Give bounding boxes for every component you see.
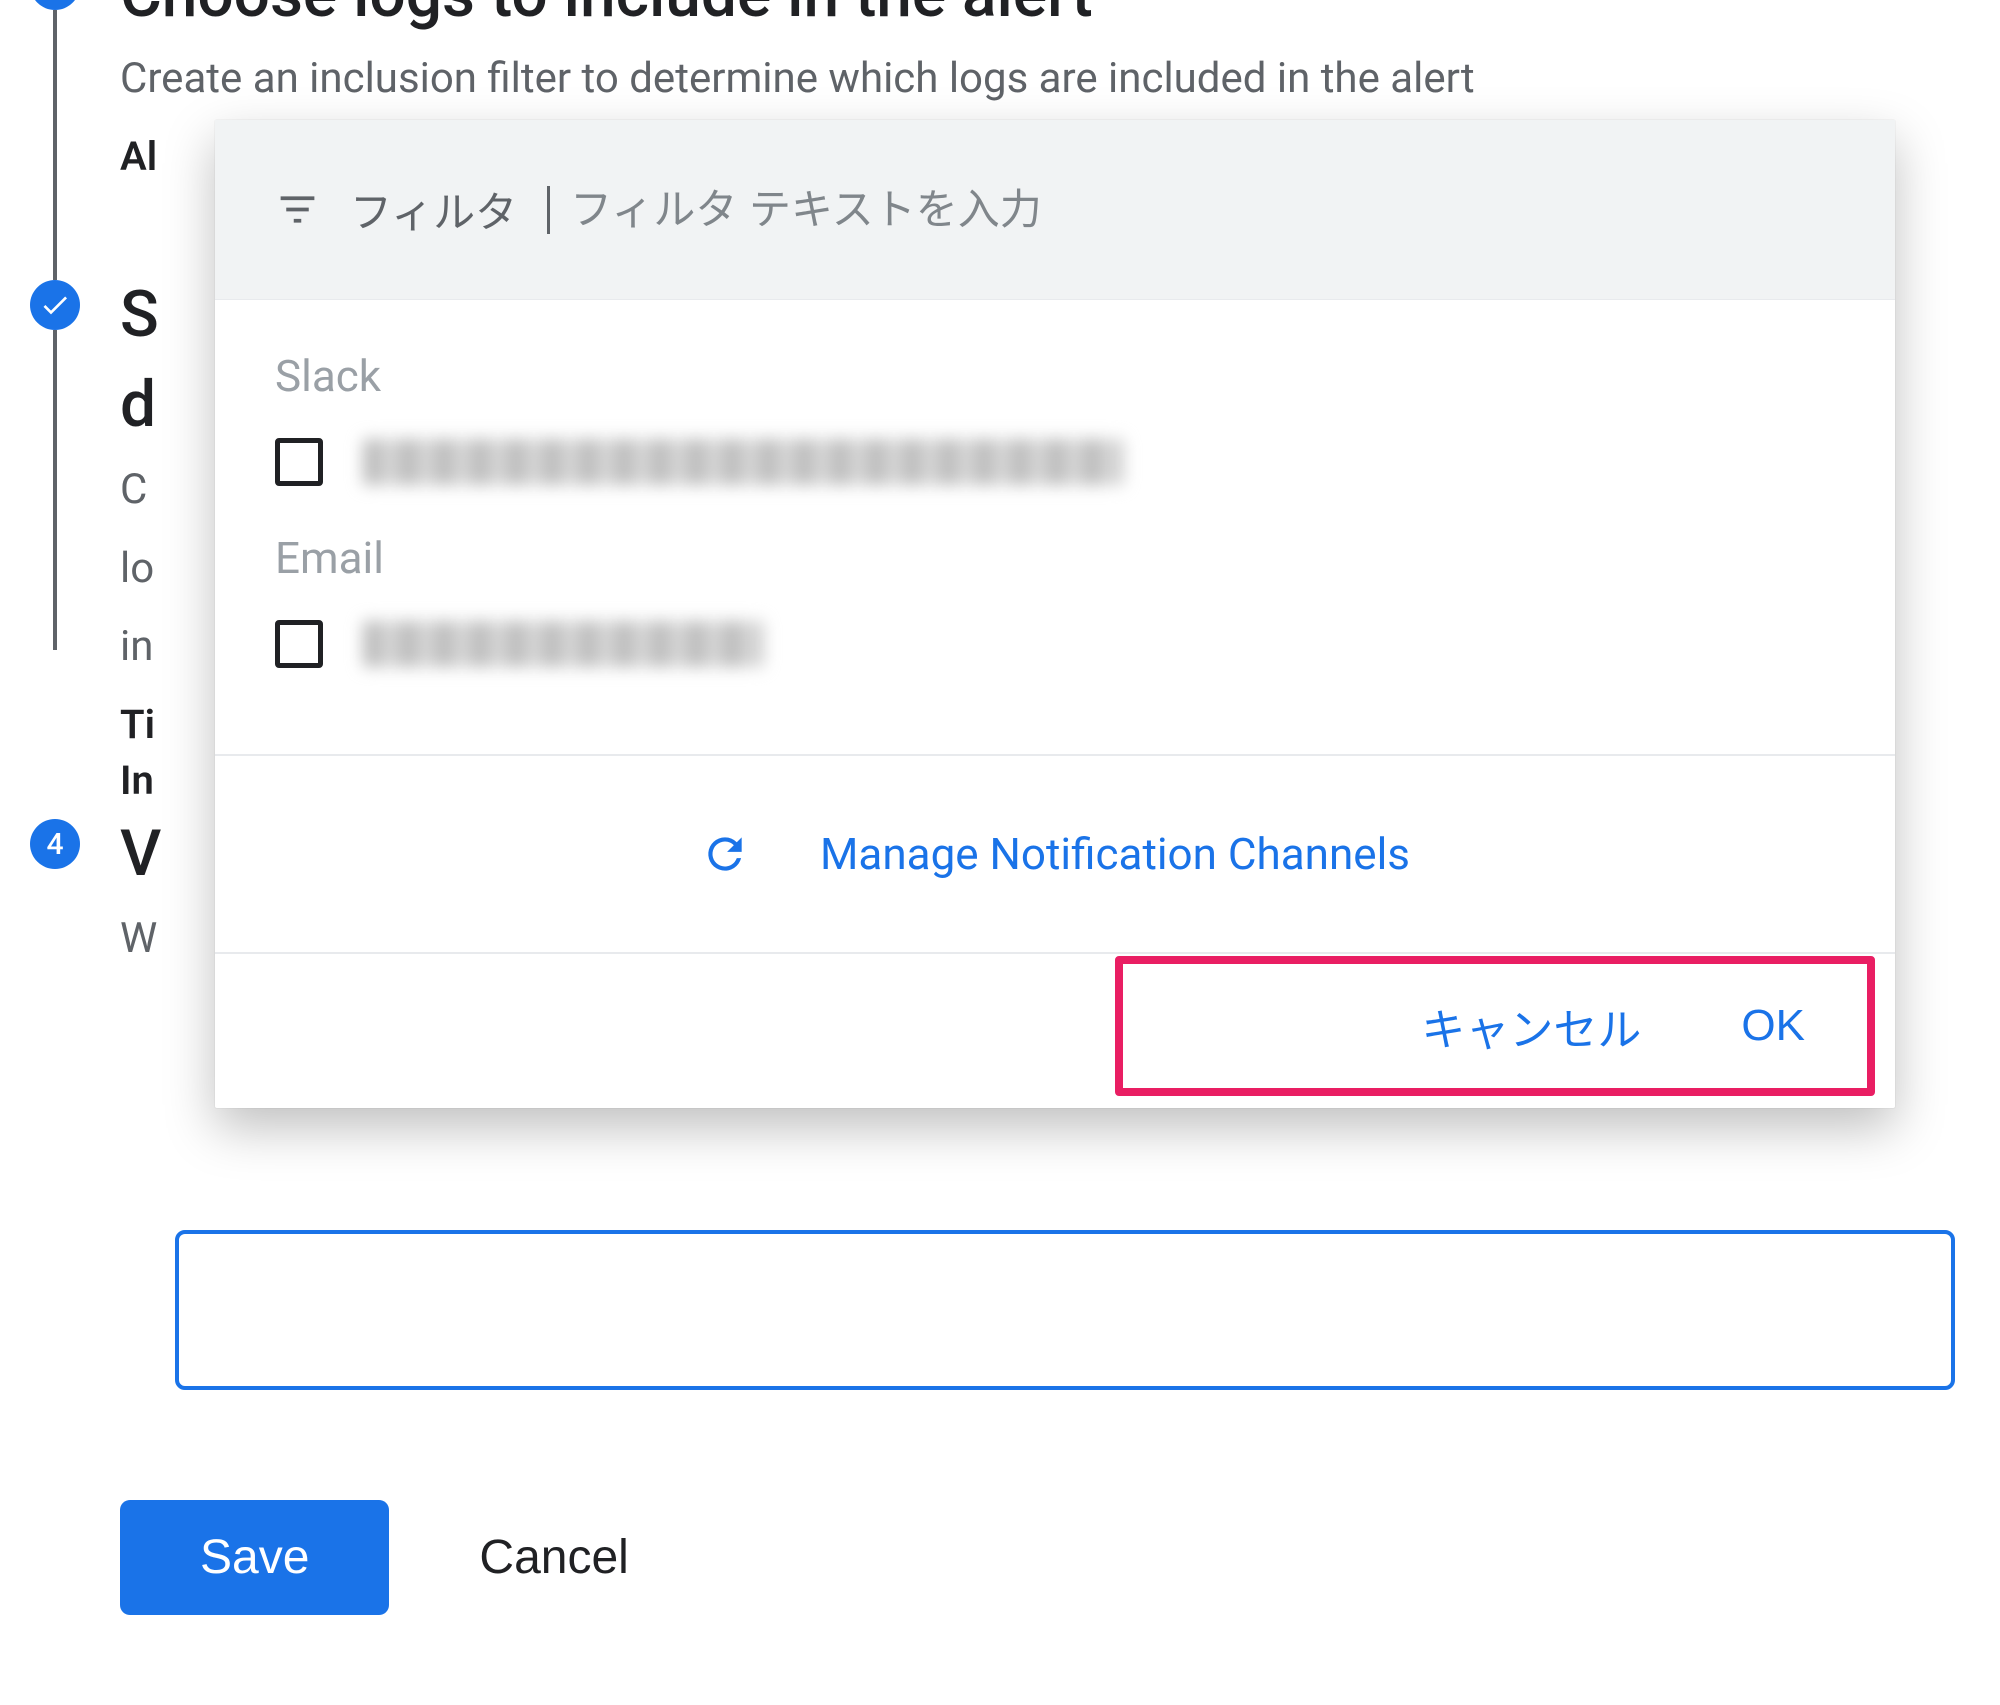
slack-channel-redacted-label [363,439,1123,485]
cancel-button[interactable]: Cancel [479,1530,628,1585]
filter-input[interactable] [547,186,1835,234]
step-1-title: Choose logs to include in the alert [120,0,1970,30]
filter-icon [275,187,320,232]
modal-cancel-button[interactable]: キャンセル [1421,994,1641,1058]
email-channel-checkbox[interactable] [275,620,323,668]
section-slack-header: Slack [275,350,1835,402]
save-button[interactable]: Save [120,1500,389,1615]
manage-notification-channels-link[interactable]: Manage Notification Channels [820,828,1410,880]
refresh-icon[interactable] [700,829,750,879]
step-1-desc: Create an inclusion filter to determine … [120,50,1970,109]
step-4-number: 4 [30,819,80,869]
modal-ok-button[interactable]: OK [1741,1001,1805,1051]
step-1-checkmark-icon [30,0,80,10]
notification-channels-modal: フィルタ Slack Email Manage Notification Cha… [215,120,1895,1108]
slack-channel-row [275,438,1835,486]
filter-label: フィルタ [350,179,517,240]
step-2-checkmark-icon [30,280,80,330]
email-channel-row [275,620,1835,668]
email-channel-redacted-label [363,621,763,667]
selection-outline [175,1230,1955,1390]
slack-channel-checkbox[interactable] [275,438,323,486]
section-email-header: Email [275,532,1835,584]
